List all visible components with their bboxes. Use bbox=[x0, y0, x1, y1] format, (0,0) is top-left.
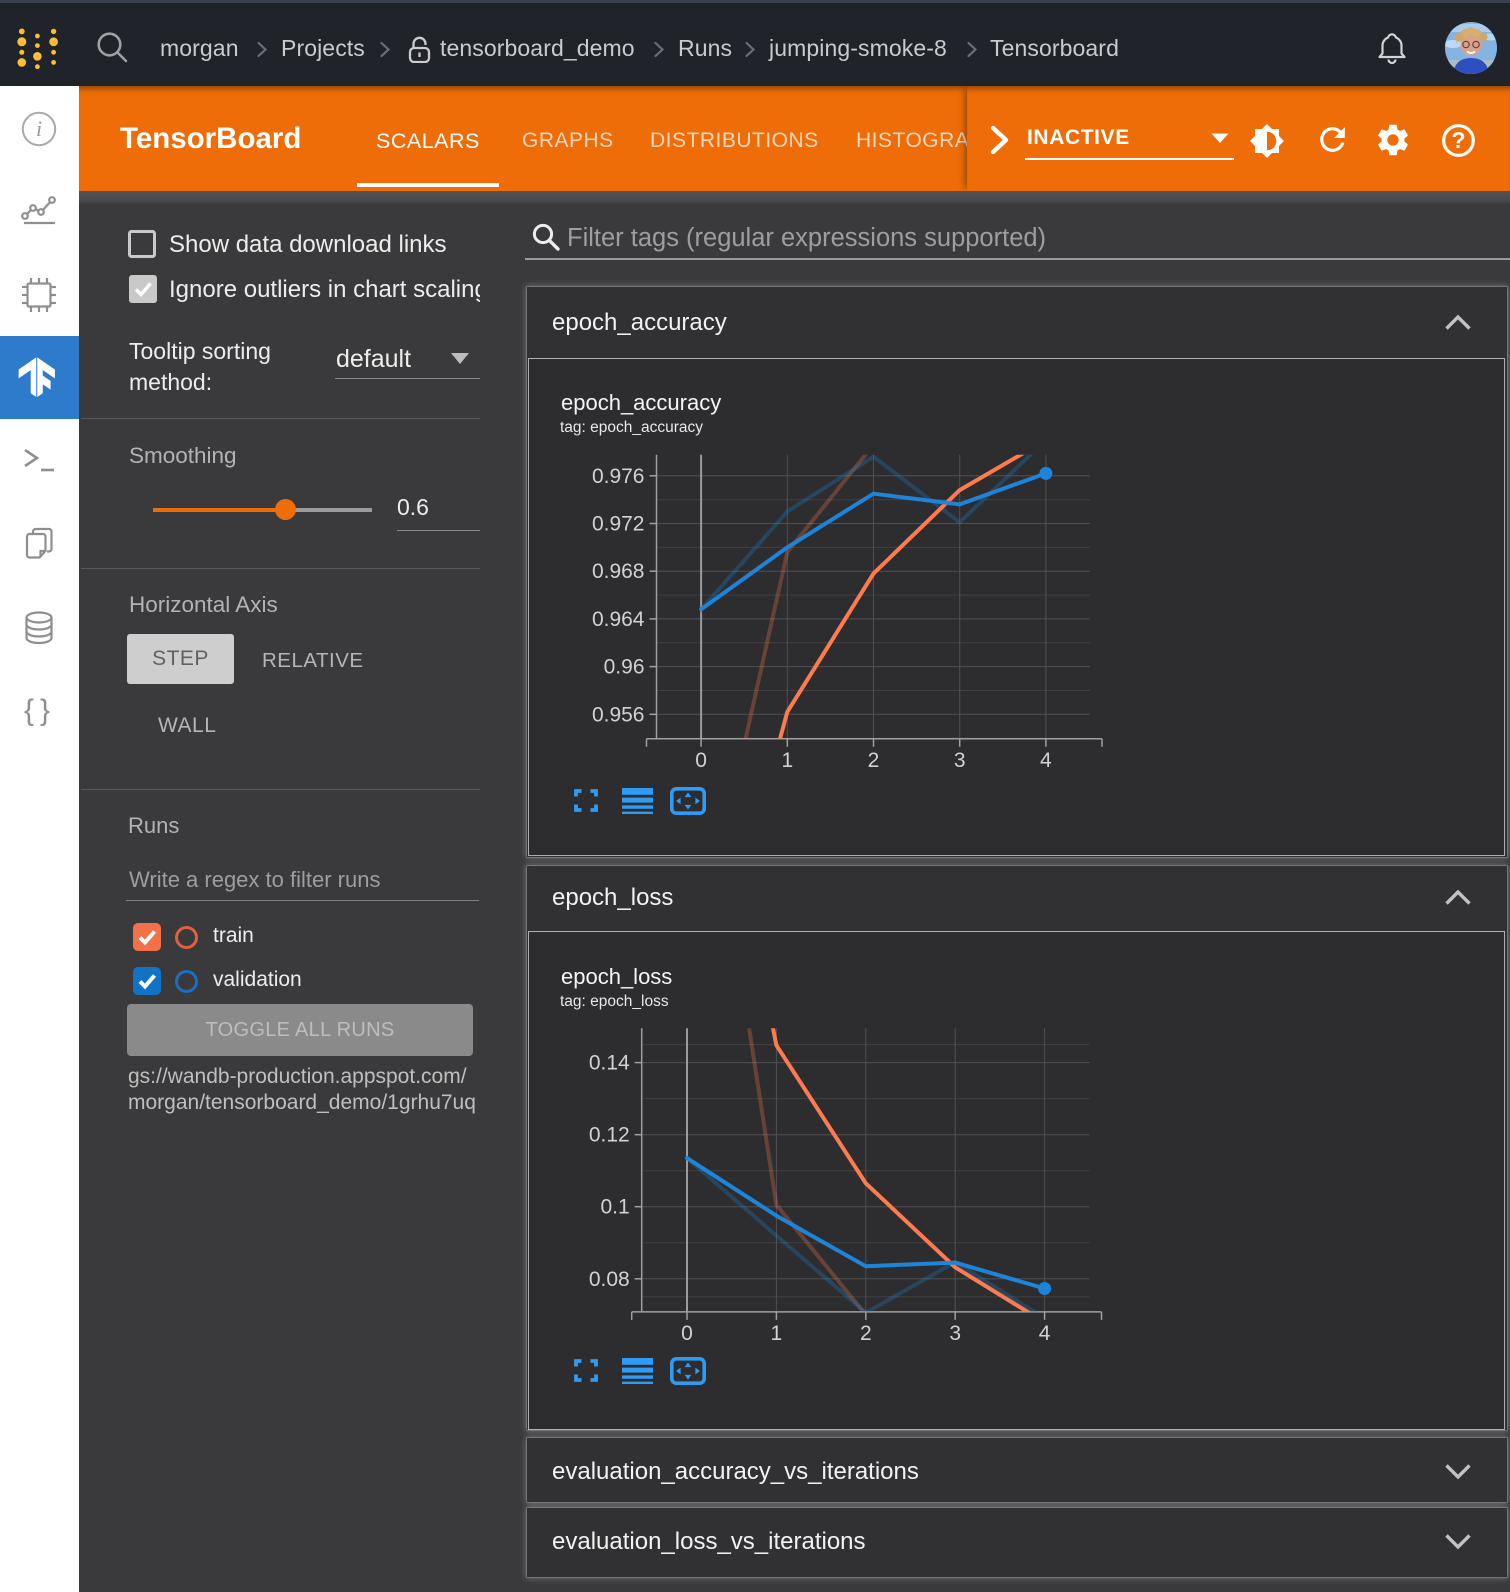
svg-text:0.956: 0.956 bbox=[592, 703, 645, 726]
svg-text:i: i bbox=[36, 116, 42, 141]
svg-text:0.968: 0.968 bbox=[592, 560, 645, 583]
svg-text:2: 2 bbox=[868, 749, 880, 772]
svg-text:1: 1 bbox=[771, 1322, 783, 1345]
svg-text:2: 2 bbox=[860, 1322, 872, 1345]
svg-text:?: ? bbox=[1451, 127, 1465, 153]
svg-text:0.976: 0.976 bbox=[592, 465, 645, 488]
svg-text:0: 0 bbox=[695, 749, 707, 772]
svg-text:0.1: 0.1 bbox=[600, 1196, 629, 1219]
svg-text:1: 1 bbox=[781, 749, 793, 772]
svg-text:0: 0 bbox=[681, 1322, 693, 1345]
svg-text:4: 4 bbox=[1040, 749, 1052, 772]
svg-text:3: 3 bbox=[954, 749, 966, 772]
svg-text:0.08: 0.08 bbox=[589, 1268, 630, 1291]
svg-text:0.972: 0.972 bbox=[592, 513, 645, 536]
svg-text:0.12: 0.12 bbox=[589, 1124, 630, 1147]
svg-text:4: 4 bbox=[1039, 1322, 1051, 1345]
svg-text:0.964: 0.964 bbox=[592, 608, 645, 631]
svg-text:3: 3 bbox=[949, 1322, 961, 1345]
svg-text:0.96: 0.96 bbox=[604, 656, 645, 679]
svg-text:0.14: 0.14 bbox=[589, 1052, 630, 1075]
